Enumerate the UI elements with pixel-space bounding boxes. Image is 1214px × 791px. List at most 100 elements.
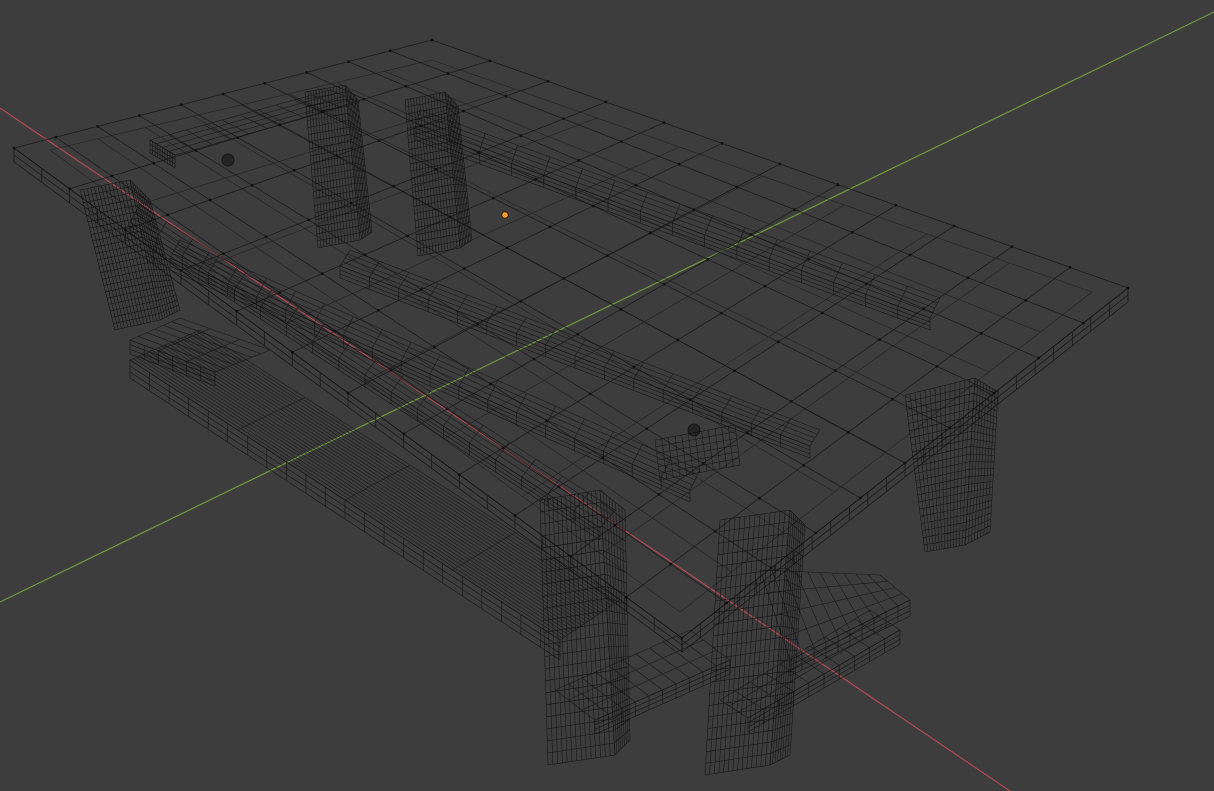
table-leg-back-left-front[interactable] [79,179,161,331]
mesh-vertex [834,369,837,372]
mesh-vertex [777,340,780,344]
mesh-vertex [96,125,99,128]
mesh-vertex [645,427,649,430]
mesh-vertex [619,140,623,143]
mesh-vertex [793,208,796,212]
mesh-vertex [293,168,296,172]
mesh-vertex [677,162,681,166]
bench-foot-right-side-edges [747,629,901,733]
mesh-vertex [501,446,505,450]
table-leg-right-front[interactable] [904,377,976,553]
mesh-vertex [662,282,666,286]
mesh-vertex [894,203,898,207]
table-top-inner-rim[interactable] [49,59,1093,613]
bench-front-right-side[interactable] [789,599,911,677]
bench-foot-right-side[interactable] [747,629,901,733]
frame-beam-right-side[interactable] [414,127,931,331]
wireframe-mesh[interactable] [12,38,1130,776]
mesh-vertex [138,114,141,117]
mesh-vertex [807,257,811,261]
mesh-vertex [966,276,970,279]
table-top-inner-rim-edges [49,59,1093,613]
mesh-vertex [802,463,806,467]
table-top-right-edge[interactable] [681,287,1129,653]
mesh-vertex [634,183,638,187]
mesh-vertex [434,168,438,171]
mesh-vertex [347,60,350,63]
mesh-vertex [221,92,225,96]
mesh-vertex [388,49,392,53]
mesh-vertex [577,159,580,162]
table-leg-front-left-side[interactable] [599,489,631,756]
mesh-vertex [519,134,523,138]
mesh-vertex [54,135,58,139]
mesh-vertex [719,311,723,315]
mesh-vertex [320,272,324,275]
frame-beam-right-top[interactable] [414,109,941,319]
mesh-vertex [758,496,761,500]
mesh-vertex [669,562,673,566]
bench-front-top[interactable] [129,329,621,641]
mesh-vertex [908,253,912,257]
mesh-vertex [263,81,267,85]
mesh-vertex [1068,265,1072,269]
mesh-vertex [836,183,840,187]
table-leg-back-left-front-edges [79,179,161,331]
mesh-vertex [504,94,508,98]
mesh-detail-1[interactable] [687,423,701,437]
mesh-vertex [588,392,592,396]
mesh-vertex [604,100,608,104]
mesh-vertex [376,309,380,312]
mesh-vertex [720,141,724,145]
3d-viewport[interactable] [0,0,1214,791]
table-leg-front-left-front-edges [539,489,616,766]
mesh-vertex [110,174,114,178]
mesh-vertex [305,71,308,74]
mesh-vertex [735,185,739,189]
mesh-vertex [532,357,536,361]
bench-front-top-edges [129,329,621,641]
mesh-vertex [1024,298,1027,302]
table-leg-right-front-edges [904,377,976,553]
mesh-vertex [891,397,894,401]
mesh-vertex [433,345,436,349]
mesh-vertex [548,225,552,229]
mesh-vertex [488,59,492,63]
mesh-vertex [462,267,466,270]
mesh-vertex [713,529,717,533]
bench-front-right-side-edges [789,599,911,677]
mesh-vertex [222,252,225,256]
table-leg-back-mid-side-edges [444,91,473,249]
table-top-surface[interactable] [12,38,1130,640]
mesh-vertex [491,196,495,200]
mesh-vertex [166,213,170,217]
mesh-vertex [278,291,281,294]
mesh-vertex [1010,245,1014,249]
mesh-vertex [179,103,183,107]
viewport-canvas[interactable] [0,0,1214,791]
mesh-vertex [264,235,268,239]
mesh-detail-0[interactable] [221,153,235,167]
mesh-vertex [632,365,636,369]
mesh-vertex [377,139,381,143]
mesh-vertex [430,38,434,42]
table-top-right-edge-edges [681,287,1129,653]
table-leg-back-mid-side[interactable] [444,91,473,249]
mesh-vertex [446,72,450,75]
mesh-vertex [935,364,939,368]
table-leg-front-left-side-edges [599,489,631,756]
mesh-vertex [307,218,310,222]
table-top-surface-edges [13,39,1129,639]
mesh-vertex [546,79,550,83]
mesh-vertex [850,230,854,234]
mesh-vertex [763,284,767,288]
mesh-vertex [778,162,782,166]
frame-beam-right-side-edges [414,127,931,331]
frame-beam-right-top-edges [414,109,941,319]
mesh-vertex [349,201,353,205]
mesh-vertex [362,97,366,101]
object-origin-icon [501,211,509,219]
mesh-vertex [657,493,661,496]
table-leg-front-left-front[interactable] [539,489,616,766]
mesh-vertex [576,332,579,336]
